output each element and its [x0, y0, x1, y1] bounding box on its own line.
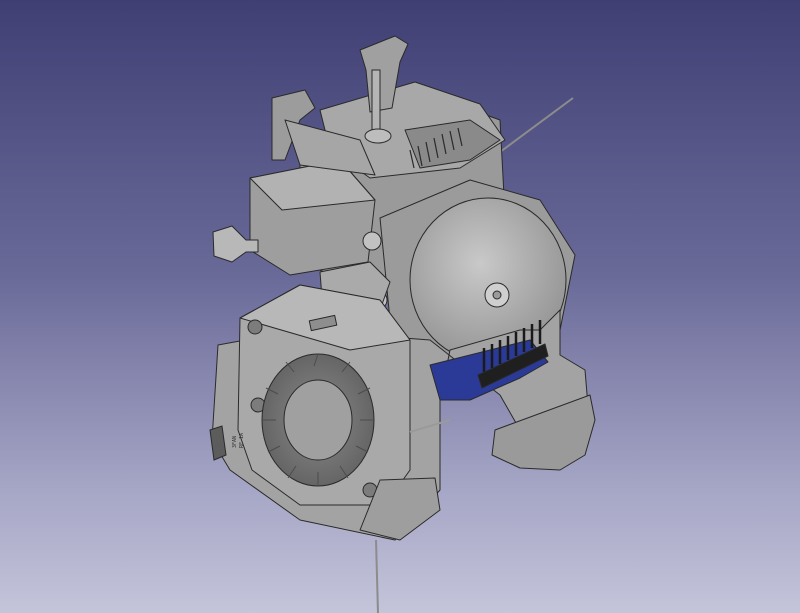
3d-viewport[interactable]: 3FAN RF-1A	[0, 0, 800, 613]
spring-screw	[364, 128, 392, 144]
fan-side-label-left: 3FAN	[232, 436, 238, 448]
fan-side-label-right: RF-1A	[239, 433, 245, 448]
front-screw-1	[362, 231, 382, 251]
fan-hub-icon	[283, 379, 353, 461]
filament-top	[499, 97, 574, 153]
motor-center-icon	[492, 290, 502, 300]
filament-bottom	[375, 539, 379, 613]
fan-mount-hole-1	[247, 319, 263, 335]
spring-rod	[371, 69, 381, 137]
extruder-model: 3FAN RF-1A	[209, 35, 596, 613]
